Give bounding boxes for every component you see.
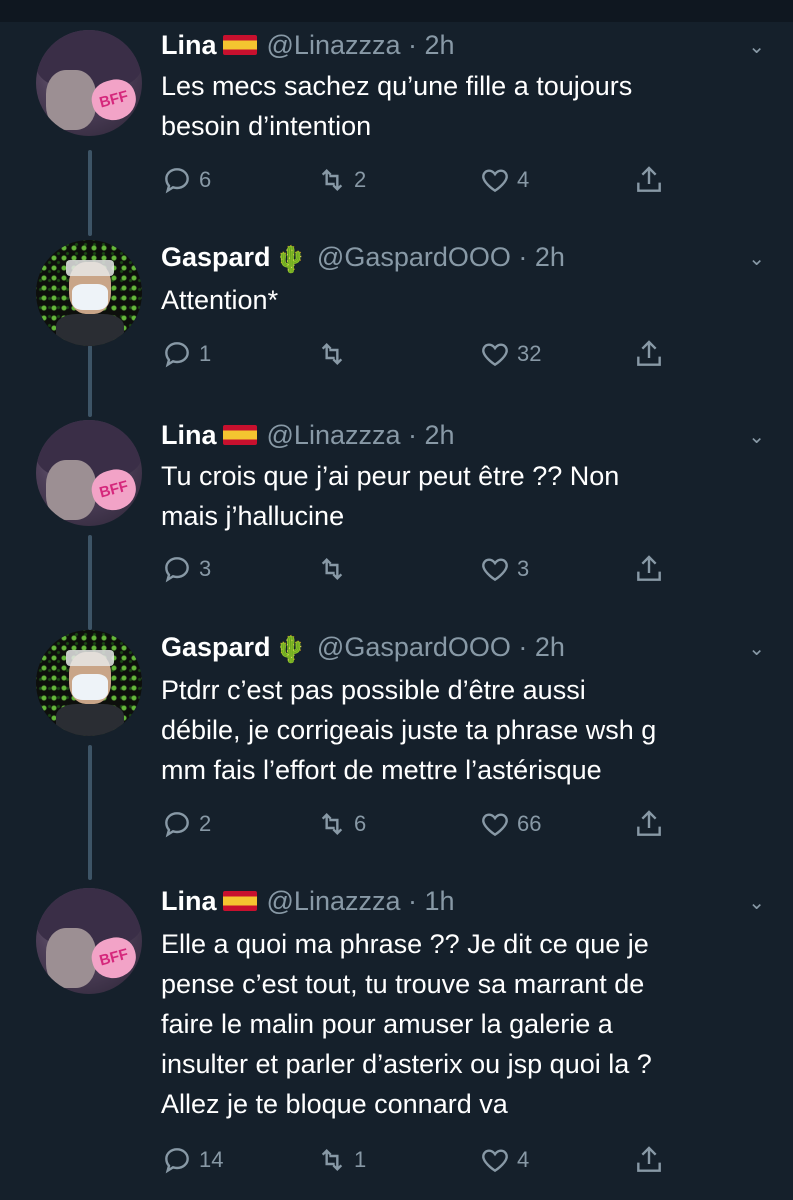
heart-icon	[482, 1149, 508, 1173]
tweet-text: Ptdrr c’est pas possible d’être aussi déb…	[161, 675, 657, 785]
share-button[interactable]	[633, 808, 665, 840]
share-icon	[637, 166, 661, 192]
share-button[interactable]	[633, 1144, 665, 1176]
share-button[interactable]	[633, 164, 665, 196]
tweet[interactable]: Gaspard 🌵 @GaspardOOO · 2h ⌄ Attention* 1 …	[0, 210, 793, 400]
retweet-icon	[321, 557, 343, 581]
tweet-text: Les mecs sachez qu’une fille a toujours b…	[161, 71, 633, 141]
display-name[interactable]: Lina	[161, 420, 217, 450]
handle-time[interactable]: @Linazzza · 1h	[267, 886, 455, 916]
chevron-down-icon[interactable]: ⌄	[748, 636, 765, 661]
tweet-header: Lina @Linazzza · 2h	[161, 420, 455, 451]
display-name[interactable]: Lina	[161, 30, 217, 60]
like-button[interactable]: 66	[479, 808, 541, 840]
heart-icon	[482, 558, 508, 582]
handle-time[interactable]: @Linazzza · 2h	[267, 420, 455, 450]
tweet[interactable]: BFF Lina @Linazzza · 2h ⌄ Tu crois que j’…	[0, 400, 793, 610]
avatar[interactable]	[36, 240, 142, 346]
tweet-header: Lina @Linazzza · 1h	[161, 886, 455, 917]
chevron-down-icon[interactable]: ⌄	[748, 424, 765, 449]
chevron-down-icon[interactable]: ⌄	[748, 34, 765, 59]
heart-icon	[482, 813, 508, 837]
reply-icon	[165, 1148, 189, 1174]
reply-button[interactable]: 1	[161, 338, 211, 370]
like-button[interactable]: 32	[479, 338, 541, 370]
chevron-down-icon[interactable]: ⌄	[748, 246, 765, 271]
heart-icon	[482, 343, 508, 367]
tweet-actions: 2 6 66	[161, 808, 681, 842]
retweet-button[interactable]: 2	[316, 164, 366, 196]
share-button[interactable]	[633, 553, 665, 585]
retweet-icon	[321, 168, 343, 192]
reply-icon	[165, 812, 189, 838]
display-name[interactable]: Gaspard	[161, 242, 271, 272]
tweet-actions: 6 2 4	[161, 164, 681, 198]
cactus-icon: 🌵	[274, 634, 307, 664]
retweet-button[interactable]	[316, 553, 354, 585]
retweet-button[interactable]: 1	[316, 1144, 366, 1176]
reply-icon	[165, 342, 189, 368]
like-button[interactable]: 4	[479, 164, 529, 196]
reply-icon	[165, 168, 189, 194]
reply-button[interactable]: 2	[161, 808, 211, 840]
like-button[interactable]: 3	[479, 553, 529, 585]
tweet[interactable]: BFF Lina @Linazzza · 1h ⌄ Elle a quoi ma …	[0, 860, 793, 1200]
reply-button[interactable]: 14	[161, 1144, 223, 1176]
tweet[interactable]: Gaspard 🌵 @GaspardOOO · 2h ⌄ Ptdrr c’est p…	[0, 610, 793, 860]
display-name[interactable]: Gaspard	[161, 632, 271, 662]
spain-flag-icon	[222, 891, 257, 911]
avatar[interactable]: BFF	[36, 888, 142, 994]
share-icon	[637, 555, 661, 581]
tweet-actions: 3 3	[161, 553, 681, 587]
share-button[interactable]	[633, 338, 665, 370]
retweet-icon	[321, 1148, 343, 1172]
avatar[interactable]: BFF	[36, 30, 142, 136]
heart-icon	[482, 169, 508, 193]
like-button[interactable]: 4	[479, 1144, 529, 1176]
tweet-header: Gaspard 🌵 @GaspardOOO · 2h	[161, 242, 565, 275]
reply-icon	[165, 557, 189, 583]
tweet-header: Gaspard 🌵 @GaspardOOO · 2h	[161, 632, 565, 665]
tweet-text: Elle a quoi ma phrase ?? Je dit ce que j…	[161, 929, 652, 1119]
retweet-button[interactable]: 6	[316, 808, 366, 840]
handle-time[interactable]: @Linazzza · 2h	[267, 30, 455, 60]
reply-button[interactable]: 3	[161, 553, 211, 585]
avatar[interactable]	[36, 630, 142, 736]
reply-button[interactable]: 6	[161, 164, 211, 196]
handle-time[interactable]: @GaspardOOO · 2h	[317, 632, 565, 662]
display-name[interactable]: Lina	[161, 886, 217, 916]
share-icon	[637, 1146, 661, 1172]
share-icon	[637, 340, 661, 366]
cactus-icon: 🌵	[274, 244, 307, 274]
tweet-header: Lina @Linazzza · 2h	[161, 30, 455, 61]
retweet-button[interactable]	[316, 338, 354, 370]
retweet-icon	[321, 342, 343, 366]
retweet-icon	[321, 812, 343, 836]
chevron-down-icon[interactable]: ⌄	[748, 890, 765, 915]
tweet[interactable]: BFF Lina @Linazzza · 2h ⌄ Les mecs sachez…	[0, 0, 793, 210]
tweet-actions: 14 1 4	[161, 1144, 681, 1178]
tweet-actions: 1 32	[161, 338, 681, 372]
tweet-text: Attention*	[161, 285, 279, 315]
spain-flag-icon	[222, 425, 257, 445]
spain-flag-icon	[222, 35, 257, 55]
share-icon	[637, 810, 661, 836]
tweet-text: Tu crois que j’ai peur peut être ?? Non m…	[161, 461, 620, 531]
avatar[interactable]: BFF	[36, 420, 142, 526]
handle-time[interactable]: @GaspardOOO · 2h	[317, 242, 565, 272]
